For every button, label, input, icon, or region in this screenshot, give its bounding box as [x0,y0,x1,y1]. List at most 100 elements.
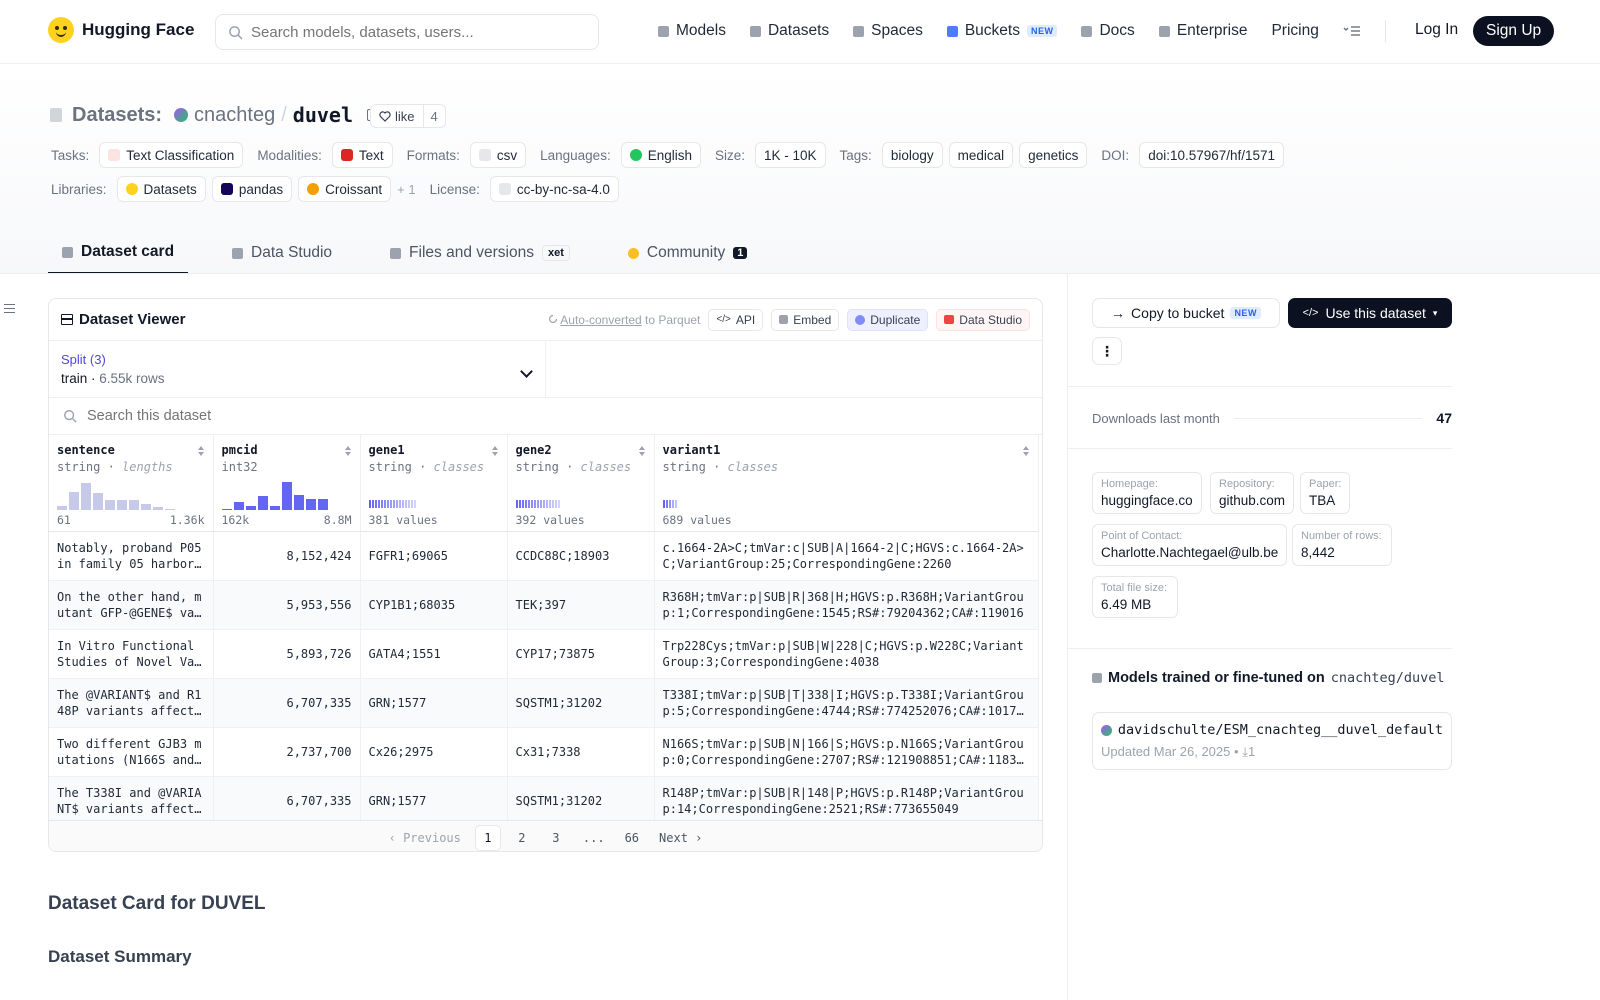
breadcrumb-owner[interactable]: cnachteg [194,104,275,127]
nav-datasets[interactable]: Datasets [749,22,829,40]
cell-gene1[interactable]: GATA4;1551 [360,629,508,679]
cell-variant1[interactable]: N166S;tmVar:p|SUB|N|166|S;HGVS:p.N166S;V… [663,736,1030,768]
cell-sentence[interactable]: The T338I and @VARIANT$ variants affecte… [57,785,205,817]
table-row[interactable]: On the other hand, mutant GFP-@GENE$ var… [49,580,1039,630]
histogram-bar[interactable] [117,499,127,510]
info-homepage[interactable]: Homepage: huggingface.co [1092,472,1202,514]
nav-models[interactable]: Models [658,22,726,40]
cell-sentence[interactable]: Notably, proband P05 in family 05 harbor… [57,540,205,572]
classes-bar[interactable] [662,499,677,508]
column-header-sentence[interactable]: sentence string · lengths 61 1.36k [49,435,214,532]
length-histogram[interactable] [57,480,175,510]
histogram-bar[interactable] [293,494,304,510]
embed-button[interactable]: Embed [771,308,840,331]
duplicate-button[interactable]: Duplicate [847,308,929,331]
cell-pmcid[interactable]: 5,893,726 [213,629,361,679]
histogram-bar[interactable] [81,482,91,510]
classes-bar[interactable] [515,499,560,508]
tab-community[interactable]: Community 1 [614,232,762,274]
histogram-bar[interactable] [129,499,139,510]
library-croissant[interactable]: Croissant [298,176,392,202]
cell-sentence[interactable]: The @VARIANT$ and R148P variants affecte… [57,687,205,719]
histogram-bar[interactable] [281,481,292,510]
api-button[interactable]: </> API [708,308,764,331]
dataset-search[interactable] [49,398,1042,435]
model-card[interactable]: davidschulte/ESM_cnachteg__duvel_default… [1092,712,1452,770]
nav-pricing[interactable]: Pricing [1271,22,1318,40]
breadcrumb-repo-name[interactable]: duvel [293,103,353,127]
split-selector[interactable]: Split (3) train · 6.55k rows [49,341,546,397]
tag-genetics[interactable]: genetics [1019,142,1088,168]
sort-icon[interactable] [491,446,499,456]
sort-icon[interactable] [1022,446,1030,456]
global-search[interactable] [215,14,599,50]
page-3-button[interactable]: 3 [543,825,569,851]
info-paper[interactable]: Paper: TBA [1300,472,1351,514]
column-header-variant1[interactable]: variant1 string · classes 689 values [654,435,1039,532]
histogram-bar[interactable] [317,498,328,510]
tab-files-and-versions[interactable]: Files and versions xet [376,232,584,274]
libraries-more[interactable]: + 1 [397,182,415,197]
histogram-bar[interactable] [93,492,103,510]
sort-icon[interactable] [344,446,352,456]
cell-gene1[interactable]: GRN;1577 [360,678,508,728]
cell-gene1[interactable]: FGFR1;69065 [360,531,508,581]
sort-icon[interactable] [638,446,646,456]
more-options-button[interactable]: ⋮ [1092,337,1122,365]
cell-gene1[interactable]: CYP1B1;68035 [360,580,508,630]
info-repository[interactable]: Repository: github.com [1210,472,1295,514]
histogram-bar[interactable] [233,501,244,510]
cell-gene2[interactable]: SQSTM1;31202 [507,776,655,820]
cell-pmcid[interactable]: 5,953,556 [213,580,361,630]
cell-gene2[interactable]: TEK;397 [507,580,655,630]
format-tag[interactable]: csv [469,142,527,168]
cell-sentence[interactable]: Two different GJB3 mutations (N166S and … [57,736,205,768]
previous-page-button[interactable]: ‹ Previous [383,825,467,851]
cell-gene2[interactable]: CCDC88C;18903 [507,531,655,581]
cell-pmcid[interactable]: 8,152,424 [213,531,361,581]
info-point-of-contact[interactable]: Point of Contact: Charlotte.Nachtegael@ul… [1092,524,1288,566]
table-row[interactable]: The T338I and @VARIANT$ variants affecte… [49,776,1039,820]
page-2-button[interactable]: 2 [509,825,535,851]
modality-tag[interactable]: Text [331,142,393,168]
page-1-button[interactable]: 1 [474,824,501,851]
library-datasets[interactable]: Datasets [116,176,206,202]
column-header-pmcid[interactable]: pmcid int32 162k 8.8M [213,435,361,532]
value-histogram[interactable] [221,480,328,510]
tab-data-studio[interactable]: Data Studio [218,232,346,274]
histogram-bar[interactable] [269,505,280,510]
login-link[interactable]: Log In [1415,21,1458,39]
column-header-gene2[interactable]: gene2 string · classes 392 values [507,435,655,532]
cell-variant1[interactable]: c.1664-2A>C;tmVar:c|SUB|A|1664-2|C;HGVS:… [663,540,1030,572]
nav-more-menu[interactable] [1343,25,1361,37]
tag-medical[interactable]: medical [948,142,1014,168]
cell-gene1[interactable]: Cx26;2975 [360,727,508,777]
histogram-bar[interactable] [257,495,268,510]
like-button[interactable]: like 4 [370,104,446,128]
task-tag[interactable]: Text Classification [99,142,244,168]
cell-variant1[interactable]: R148P;tmVar:p|SUB|R|148|P;HGVS:p.R148P;V… [663,785,1030,817]
table-row[interactable]: In Vitro Functional Studies of Novel Var… [49,629,1039,679]
data-studio-button[interactable]: Data Studio [936,308,1030,331]
histogram-bar[interactable] [69,491,79,510]
sort-icon[interactable] [197,446,205,456]
size-tag[interactable]: 1K - 10K [755,142,826,168]
nav-docs[interactable]: Docs [1081,22,1135,40]
copy-to-bucket-button[interactable]: → Copy to bucket NEW [1092,298,1280,328]
histogram-bar[interactable] [141,503,151,510]
license-tag[interactable]: cc-by-nc-sa-4.0 [489,176,619,202]
histogram-bar[interactable] [105,499,115,510]
breadcrumb-section[interactable]: Datasets: [72,104,162,127]
cell-pmcid[interactable]: 6,707,335 [213,776,361,820]
cell-gene1[interactable]: GRN;1577 [360,776,508,820]
cell-variant1[interactable]: Trp228Cys;tmVar:p|SUB|W|228|C;HGVS:p.W22… [663,638,1030,670]
cell-pmcid[interactable]: 6,707,335 [213,678,361,728]
tag-biology[interactable]: biology [881,142,943,168]
histogram-bar[interactable] [221,508,232,510]
column-header-gene1[interactable]: gene1 string · classes 381 values [360,435,508,532]
tab-dataset-card[interactable]: Dataset card [48,232,189,274]
signup-button[interactable]: Sign Up [1473,16,1555,46]
cell-gene2[interactable]: SQSTM1;31202 [507,678,655,728]
histogram-bar[interactable] [165,508,175,510]
toc-toggle-icon[interactable] [4,304,15,313]
